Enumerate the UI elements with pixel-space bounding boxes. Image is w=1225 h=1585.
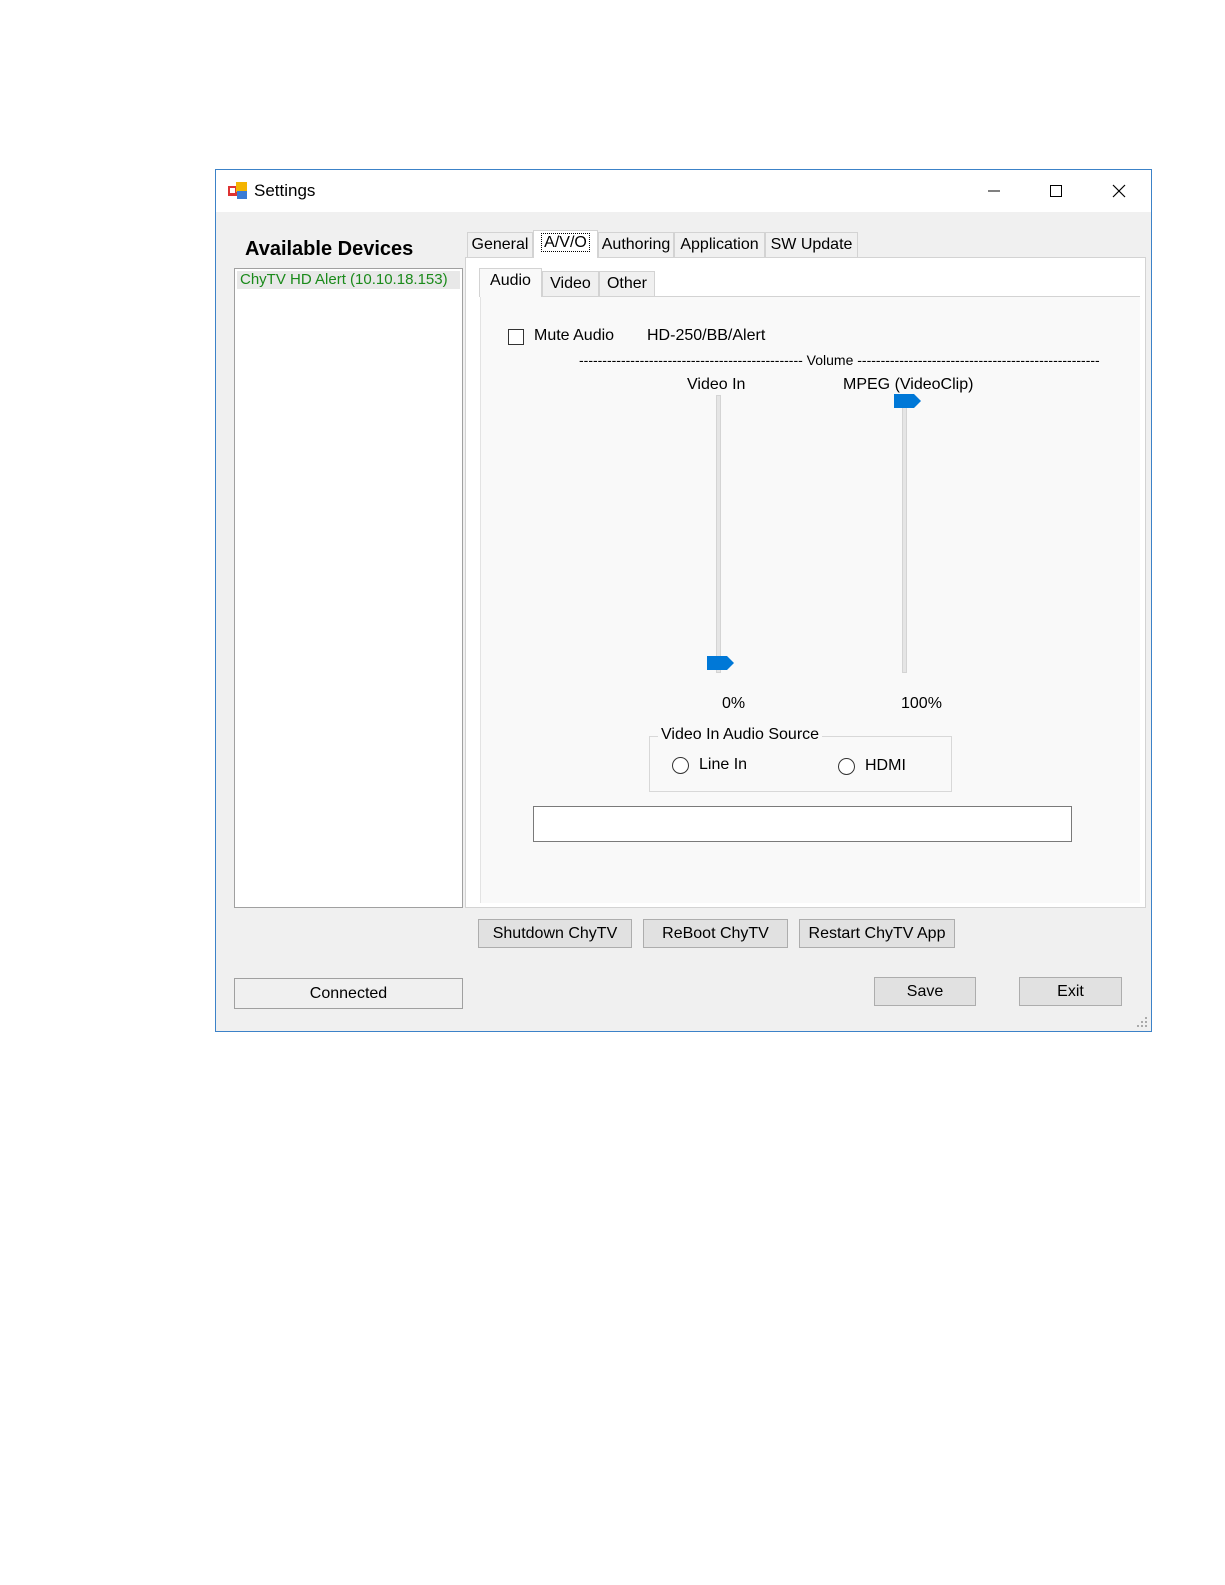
tab-avo-label: A/V/O xyxy=(541,233,590,252)
model-label: HD-250/BB/Alert xyxy=(647,327,766,344)
close-icon xyxy=(1112,184,1126,198)
video-in-value: 0% xyxy=(722,695,746,712)
exit-button[interactable]: Exit xyxy=(1019,977,1122,1006)
line-in-radio[interactable] xyxy=(672,757,689,774)
subtab-audio[interactable]: Audio xyxy=(479,268,542,297)
settings-window: Settings Available Devices ChyTV HD Aler… xyxy=(215,169,1152,1032)
volume-header: ----------------------------------------… xyxy=(579,352,1100,368)
video-in-label: Video In xyxy=(687,376,746,393)
tab-authoring[interactable]: Authoring xyxy=(598,232,674,257)
maximize-icon xyxy=(1050,185,1062,197)
connection-status: Connected xyxy=(234,978,463,1009)
title-bar: Settings xyxy=(216,170,1151,212)
hdmi-radio[interactable] xyxy=(838,758,855,775)
avo-tab-panel: Audio Video Other Mute Audio HD-250/BB/A… xyxy=(465,257,1146,908)
tab-general[interactable]: General xyxy=(467,232,533,257)
hdmi-label: HDMI xyxy=(865,757,906,774)
tab-avo[interactable]: A/V/O xyxy=(533,230,598,258)
mpeg-slider-track[interactable] xyxy=(902,399,907,673)
video-in-slider-track[interactable] xyxy=(716,395,721,673)
tab-application[interactable]: Application xyxy=(674,232,765,257)
app-icon xyxy=(228,182,247,199)
minimize-icon xyxy=(988,190,1000,192)
mute-audio-label: Mute Audio xyxy=(534,327,615,344)
audio-source-group: Video In Audio Source Line In HDMI xyxy=(649,726,952,792)
devices-list[interactable]: ChyTV HD Alert (10.10.18.153) xyxy=(234,268,463,908)
mpeg-label: MPEG (VideoClip) xyxy=(843,376,974,393)
audio-panel: Mute Audio HD-250/BB/Alert -------------… xyxy=(480,296,1140,903)
reboot-button[interactable]: ReBoot ChyTV xyxy=(643,919,788,948)
devices-title: Available Devices xyxy=(245,238,414,260)
restart-app-button[interactable]: Restart ChyTV App xyxy=(799,919,955,948)
close-button[interactable] xyxy=(1088,170,1150,212)
save-button[interactable]: Save xyxy=(874,977,976,1006)
mpeg-slider-thumb[interactable] xyxy=(894,394,922,408)
subtab-other[interactable]: Other xyxy=(599,271,655,296)
video-in-slider-thumb[interactable] xyxy=(707,656,735,670)
minimize-button[interactable] xyxy=(963,170,1025,212)
subtab-video[interactable]: Video xyxy=(542,271,599,296)
shutdown-button[interactable]: Shutdown ChyTV xyxy=(478,919,632,948)
mute-audio-checkbox[interactable] xyxy=(508,329,524,345)
line-in-label: Line In xyxy=(699,756,748,773)
device-item[interactable]: ChyTV HD Alert (10.10.18.153) xyxy=(237,271,460,289)
audio-status-field xyxy=(533,806,1072,842)
audio-source-title: Video In Audio Source xyxy=(658,726,823,744)
mpeg-value: 100% xyxy=(901,695,942,712)
maximize-button[interactable] xyxy=(1025,170,1087,212)
resize-grip-icon[interactable] xyxy=(1136,1016,1148,1028)
window-title: Settings xyxy=(254,181,316,200)
tab-sw-update[interactable]: SW Update xyxy=(765,232,858,257)
